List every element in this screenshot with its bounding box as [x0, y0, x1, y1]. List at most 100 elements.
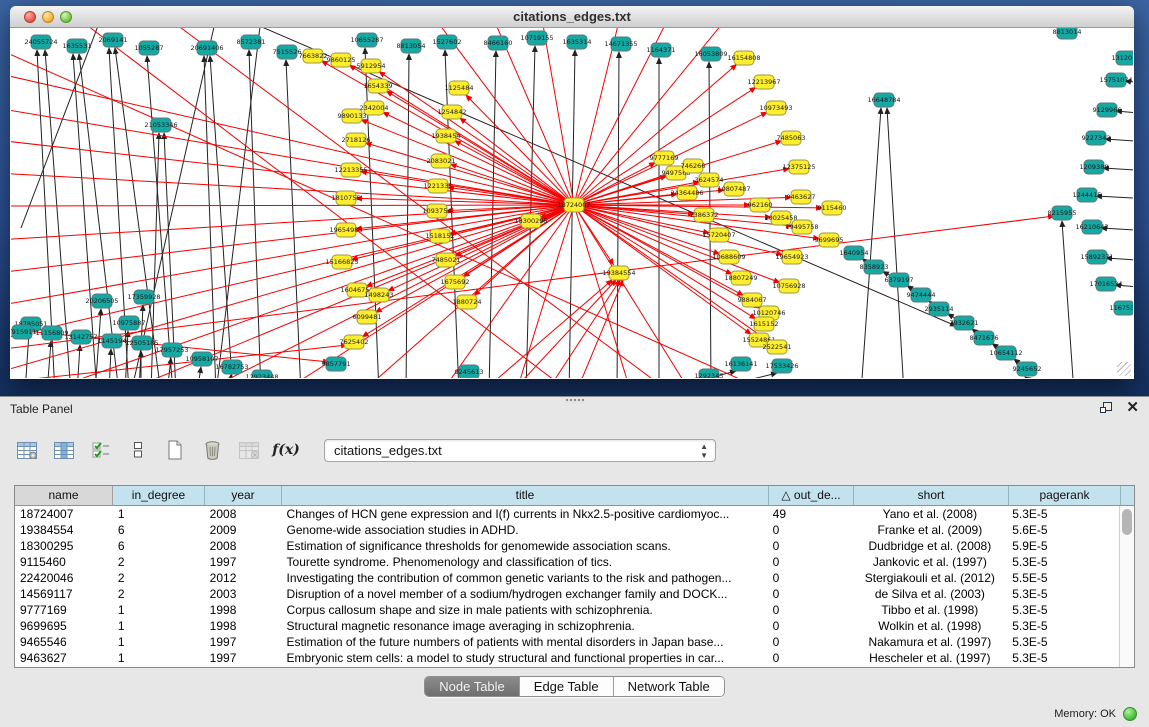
graph-node[interactable]: 1093754	[423, 204, 452, 218]
network-view-window[interactable]: citations_edges.txt 24055724 1635531 20691…	[10, 6, 1134, 379]
graph-node[interactable]: 1254842	[438, 105, 467, 119]
graph-node[interactable]: 9129966	[1093, 103, 1122, 117]
graph-edge[interactable]	[541, 28, 574, 205]
tab-node-table[interactable]: Node Table	[425, 677, 520, 696]
table-row[interactable]: 969969511998Structural magnetic resonanc…	[15, 618, 1119, 634]
graph-node[interactable]: 1810755	[332, 191, 361, 205]
graph-node[interactable]: 1209388	[1080, 160, 1109, 174]
table-row[interactable]: 1938455462009Genome-wide association stu…	[15, 522, 1119, 538]
graph-node[interactable]: 18807249	[724, 271, 757, 285]
table-row[interactable]: 911546021997Tourette syndrome. Phenomeno…	[15, 554, 1119, 570]
graph-edge[interactable]	[576, 280, 623, 378]
table-selector-dropdown[interactable]: citations_edges.txt ▲▼	[324, 439, 716, 462]
graph-node[interactable]: 5912954	[357, 59, 386, 73]
show-columns-icon[interactable]	[51, 437, 77, 463]
graph-edge[interactable]	[164, 133, 176, 378]
graph-node[interactable]: 9857791	[322, 357, 351, 371]
graph-node[interactable]: 2069141	[99, 33, 128, 47]
graph-node[interactable]: 16136141	[724, 357, 757, 371]
graph-node[interactable]: 10973493	[759, 101, 792, 115]
graph-node[interactable]: 15892371	[1080, 250, 1113, 264]
graph-node[interactable]: 1244415	[1073, 188, 1102, 202]
graph-node[interactable]: 17359928	[127, 290, 160, 304]
table-row[interactable]: 977716911998Corpus callosum shape and si…	[15, 602, 1119, 618]
graph-edge[interactable]	[109, 349, 111, 378]
graph-node[interactable]: 1640954	[840, 246, 869, 260]
graph-node[interactable]: 10807487	[717, 182, 750, 196]
graph-edge[interactable]	[11, 205, 574, 306]
graph-node[interactable]: 12505185	[125, 336, 158, 350]
column-header-out_de[interactable]: △ out_de...	[769, 486, 854, 505]
graph-node[interactable]: 10688609	[712, 250, 745, 264]
graph-node[interactable]: 13142757	[64, 330, 97, 344]
graph-node[interactable]: 17016534	[1089, 277, 1122, 291]
new-column-icon[interactable]	[162, 437, 188, 463]
graph-node[interactable]: 8572381	[237, 35, 266, 49]
graph-node[interactable]: 9884067	[738, 293, 767, 307]
graph-node[interactable]: 9463627	[787, 190, 816, 204]
tab-edge-table[interactable]: Edge Table	[520, 677, 614, 696]
graph-node[interactable]: 2718126	[342, 133, 371, 147]
graph-edge[interactable]	[197, 367, 201, 378]
table-options-icon[interactable]	[14, 437, 40, 463]
graph-node[interactable]: 8813014	[1053, 28, 1082, 39]
delete-icon[interactable]	[199, 437, 225, 463]
rows-icon[interactable]	[125, 437, 151, 463]
close-panel-icon[interactable]: ✕	[1126, 401, 1139, 415]
column-header-name[interactable]: name	[15, 486, 113, 505]
graph-node[interactable]: 1125484	[445, 81, 474, 95]
column-header-in_degree[interactable]: in_degree	[113, 486, 205, 505]
graph-node[interactable]: 9474444	[907, 288, 936, 302]
graph-node[interactable]: 16053809	[694, 47, 727, 61]
graph-node[interactable]: 15720407	[702, 228, 735, 242]
window-titlebar[interactable]: citations_edges.txt	[10, 6, 1134, 28]
graph-node[interactable]: 14671355	[604, 37, 637, 51]
graph-node[interactable]: 7485063	[777, 131, 806, 145]
graph-edge[interactable]	[77, 345, 80, 378]
graph-node[interactable]: 10654112	[989, 346, 1022, 360]
graph-edge[interactable]	[887, 108, 904, 378]
graph-node[interactable]: 19654985	[329, 223, 362, 237]
graph-node[interactable]: 6379197	[885, 273, 914, 287]
graph-node[interactable]: 7932621	[950, 316, 979, 330]
graph-edge[interactable]	[491, 28, 574, 205]
table-row[interactable]: 1830029562008Estimation of significance …	[15, 538, 1119, 554]
network-canvas[interactable]: 2405572416355312069141105528720691406857…	[11, 28, 1133, 378]
graph-node[interactable]: 7386372	[690, 208, 719, 222]
graph-node[interactable]: 16648784	[867, 93, 900, 107]
graph-node[interactable]: 19384554	[602, 266, 635, 280]
graph-node[interactable]: 19654923	[775, 250, 808, 264]
column-header-title[interactable]: title	[282, 486, 769, 505]
graph-node[interactable]: 6099481	[353, 310, 382, 324]
graph-edge[interactable]	[383, 112, 574, 205]
graph-node[interactable]: 9245652	[1013, 362, 1042, 376]
graph-node[interactable]: 24364486	[670, 186, 703, 200]
graph-node[interactable]: 15166825	[325, 255, 358, 269]
graph-node[interactable]: 1635531	[63, 39, 92, 53]
graph-node[interactable]: 12923448	[245, 370, 278, 378]
vertical-scrollbar[interactable]	[1119, 506, 1134, 667]
graph-node[interactable]: 1145194	[98, 334, 127, 348]
graph-node[interactable]: 10655287	[350, 33, 383, 47]
graph-node[interactable]: 12375125	[782, 160, 815, 174]
graph-edge[interactable]	[167, 358, 171, 378]
graph-node[interactable]: 7663822	[299, 49, 328, 63]
graph-node[interactable]: 17957253	[155, 343, 188, 357]
graph-node[interactable]: 10756928	[772, 279, 805, 293]
graph-node[interactable]: 1055287	[135, 41, 164, 55]
graph-node[interactable]: 9115460	[818, 201, 847, 215]
graph-edge[interactable]	[1062, 221, 1074, 378]
column-header-pagerank[interactable]: pagerank	[1009, 486, 1121, 505]
graph-node[interactable]: 10719155	[520, 31, 553, 45]
graph-node[interactable]: 9227342	[1082, 131, 1111, 145]
graph-edge[interactable]	[546, 280, 620, 378]
graph-node[interactable]: 1635314	[563, 35, 592, 49]
graph-node[interactable]: 17533426	[765, 359, 798, 373]
graph-edge[interactable]	[21, 28, 101, 228]
graph-node[interactable]: 8466160	[484, 36, 513, 50]
graph-node[interactable]: 1167531	[1110, 301, 1133, 315]
graph-edge[interactable]	[387, 91, 574, 205]
graph-node[interactable]: 10975887	[112, 316, 145, 330]
graph-node[interactable]: 24055724	[24, 35, 57, 49]
graph-edge[interactable]	[574, 205, 782, 255]
